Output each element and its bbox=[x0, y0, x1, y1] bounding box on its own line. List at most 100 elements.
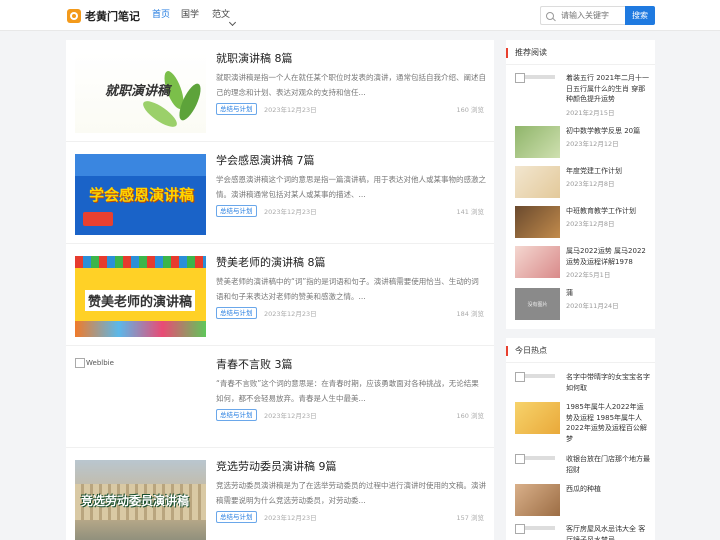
panel-header: 今日热点 bbox=[506, 338, 655, 363]
recommended-item[interactable]: 年度党建工作计划 2023年12月8日 bbox=[515, 166, 649, 200]
banner-decoration bbox=[75, 154, 206, 176]
article-title[interactable]: 青春不言败 3篇 bbox=[216, 356, 293, 372]
hot-title[interactable]: 收银台放在门店那个地方最招财 bbox=[566, 454, 650, 475]
panel-header: 推荐阅读 bbox=[506, 40, 655, 65]
recommended-thumbnail[interactable] bbox=[515, 166, 560, 198]
recommended-thumbnail[interactable] bbox=[515, 206, 560, 238]
logo-icon bbox=[67, 9, 81, 23]
article-date: 2023年12月23日 bbox=[264, 514, 317, 522]
search-input[interactable] bbox=[561, 11, 627, 20]
recommended-date: 2020年11月24日 bbox=[566, 302, 619, 310]
nav-item-fanwen[interactable]: 范文 bbox=[212, 8, 230, 22]
thumbnail-text: 学会感恩演讲稿 bbox=[89, 186, 195, 204]
hot-thumbnail[interactable] bbox=[515, 402, 560, 434]
article-title[interactable]: 学会感恩演讲稿 7篇 bbox=[216, 152, 315, 168]
category-tag[interactable]: 总结与计划 bbox=[216, 205, 257, 217]
broken-image-icon: Weblbie bbox=[75, 358, 114, 368]
hot-item[interactable]: 1985年属牛人2022年运势及运程 1985年属牛人2022年运势及运程百公解… bbox=[515, 402, 650, 444]
hot-title[interactable]: 西瓜的种植 bbox=[566, 484, 650, 495]
article-date: 2023年12月23日 bbox=[264, 310, 317, 318]
category-tag[interactable]: 总结与计划 bbox=[216, 511, 257, 523]
search-icon bbox=[546, 11, 554, 20]
recommended-item[interactable]: 属马2022运势 属马2022运势及运程详解1978 2022年5月1日 bbox=[515, 246, 649, 280]
article-item[interactable]: 学会感恩演讲稿 学会感恩演讲稿 7篇 学会感恩演讲稿这个词的意思是指一篇演讲稿，… bbox=[66, 142, 494, 244]
recommended-title[interactable]: 年度党建工作计划 bbox=[566, 166, 650, 177]
broken-image-icon[interactable] bbox=[515, 454, 560, 486]
recommended-panel: 推荐阅读 着装五行 2021年二月十一日五行属什么的生肖 穿那种颜色提升运势 2… bbox=[506, 40, 655, 329]
article-thumbnail[interactable]: 就职演讲稿 bbox=[75, 52, 206, 133]
article-date: 2023年12月23日 bbox=[264, 208, 317, 216]
thumbnail-text: 就职演讲稿 bbox=[105, 84, 171, 99]
recommended-thumbnail[interactable] bbox=[515, 246, 560, 278]
category-tag[interactable]: 总结与计划 bbox=[216, 409, 257, 421]
hot-item[interactable]: 收银台放在门店那个地方最招财 bbox=[515, 454, 650, 488]
article-list: 就职演讲稿 就职演讲稿 8篇 就职演讲稿是指一个人在就任某个职位时发表的演讲，通… bbox=[66, 40, 494, 540]
broken-image-icon[interactable] bbox=[515, 73, 560, 105]
article-summary: 学会感恩演讲稿这个词的意思是指一篇演讲稿，用于表达对他人或某事物的感激之情。演讲… bbox=[216, 175, 486, 199]
article-title[interactable]: 竞选劳动委员演讲稿 9篇 bbox=[216, 458, 337, 474]
hot-item[interactable]: 名字中带晴字的女宝宝名字如何取 bbox=[515, 372, 650, 406]
recommended-date: 2023年12月8日 bbox=[566, 220, 615, 228]
recommended-title[interactable]: 属马2022运势 属马2022运势及运程详解1978 bbox=[566, 246, 650, 267]
hot-title[interactable]: 1985年属牛人2022年运势及运程 1985年属牛人2022年运势及运程百公解… bbox=[566, 402, 650, 444]
article-thumbnail[interactable]: 学会感恩演讲稿 bbox=[75, 154, 206, 235]
hot-today-panel: 今日热点 名字中带晴字的女宝宝名字如何取 1985年属牛人2022年运势及运程 … bbox=[506, 338, 655, 540]
category-tag[interactable]: 总结与计划 bbox=[216, 307, 257, 319]
recommended-thumbnail[interactable] bbox=[515, 126, 560, 158]
recommended-title[interactable]: 着装五行 2021年二月十一日五行属什么的生肖 穿那种颜色提升运势 bbox=[566, 73, 650, 105]
article-item[interactable]: 竞选劳动委员演讲稿 竞选劳动委员演讲稿 9篇 竞选劳动委员演讲稿是为了在选举劳动… bbox=[66, 448, 494, 540]
no-image-placeholder[interactable]: 没有图片 bbox=[515, 288, 560, 320]
view-count: 184 浏览 bbox=[456, 310, 484, 318]
recommended-item[interactable]: 没有图片 蒲 2020年11月24日 bbox=[515, 288, 649, 322]
article-title[interactable]: 赞美老师的演讲稿 8篇 bbox=[216, 254, 326, 270]
panel-title: 推荐阅读 bbox=[515, 48, 547, 57]
article-item[interactable]: Weblbie 青春不言败 3篇 “青春不言败”这个词的意思是：在青春时期，应该… bbox=[66, 346, 494, 448]
kids-decoration bbox=[75, 321, 206, 337]
recommended-item[interactable]: 初中数学教学反思 20篇 2023年12月12日 bbox=[515, 126, 649, 160]
nav-item-guoxue[interactable]: 国学 bbox=[181, 8, 199, 22]
recommended-date: 2022年5月1日 bbox=[566, 271, 611, 279]
article-date: 2023年12月23日 bbox=[264, 106, 317, 114]
recommended-title[interactable]: 初中数学教学反思 20篇 bbox=[566, 126, 650, 137]
nav-item-home[interactable]: 首页 bbox=[152, 8, 170, 22]
broken-image-icon[interactable] bbox=[515, 524, 560, 540]
panel-title: 今日热点 bbox=[515, 346, 547, 355]
heading-accent-bar bbox=[506, 346, 508, 356]
hot-item[interactable]: 客厅房屋风水忌讳大全 客厅镜子风水禁忌 bbox=[515, 524, 649, 540]
search-box bbox=[540, 6, 627, 25]
article-summary: 竞选劳动委员演讲稿是为了在选举劳动委员的过程中进行演讲时使用的文稿。演讲稿需要说… bbox=[216, 481, 486, 505]
category-tag[interactable]: 总结与计划 bbox=[216, 103, 257, 115]
hot-thumbnail[interactable] bbox=[515, 484, 560, 516]
site-logo[interactable]: 老黄门笔记 bbox=[67, 8, 140, 24]
article-item[interactable]: 赞美老师的演讲稿 赞美老师的演讲稿 8篇 赞美老师的演讲稿中的“词”指的是词语和… bbox=[66, 244, 494, 346]
article-thumbnail[interactable]: Weblbie bbox=[75, 358, 206, 439]
article-item[interactable]: 就职演讲稿 就职演讲稿 8篇 就职演讲稿是指一个人在就任某个职位时发表的演讲，通… bbox=[66, 40, 494, 142]
thumbnail-text: 竞选劳动委员演讲稿 bbox=[81, 494, 190, 508]
article-summary: 就职演讲稿是指一个人在就任某个职位时发表的演讲，通常包括自我介绍、阐述自己的理念… bbox=[216, 73, 486, 97]
article-thumbnail[interactable]: 竞选劳动委员演讲稿 bbox=[75, 460, 206, 540]
view-count: 141 浏览 bbox=[456, 208, 484, 216]
hot-title[interactable]: 客厅房屋风水忌讳大全 客厅镜子风水禁忌 bbox=[566, 524, 649, 540]
article-thumbnail[interactable]: 赞美老师的演讲稿 bbox=[75, 256, 206, 337]
recommended-title[interactable]: 蒲 bbox=[566, 288, 650, 299]
search-button[interactable]: 搜索 bbox=[625, 6, 655, 25]
recommended-date: 2021年2月15日 bbox=[566, 109, 615, 117]
recommended-date: 2023年12月8日 bbox=[566, 180, 615, 188]
thumbnail-text: 赞美老师的演讲稿 bbox=[85, 290, 196, 311]
hot-title[interactable]: 名字中带晴字的女宝宝名字如何取 bbox=[566, 372, 650, 393]
recommended-item[interactable]: 中班教育教学工作计划 2023年12月8日 bbox=[515, 206, 649, 240]
broken-image-icon[interactable] bbox=[515, 372, 560, 404]
article-summary: “青春不言败”这个词的意思是：在青春时期，应该勇敢面对各种挑战，无论结果如何，都… bbox=[216, 379, 479, 403]
recommended-item[interactable]: 着装五行 2021年二月十一日五行属什么的生肖 穿那种颜色提升运势 2021年2… bbox=[515, 73, 650, 117]
view-count: 160 浏览 bbox=[456, 106, 484, 114]
chevron-down-icon[interactable] bbox=[228, 18, 237, 27]
article-title[interactable]: 就职演讲稿 8篇 bbox=[216, 50, 293, 66]
recommended-title[interactable]: 中班教育教学工作计划 bbox=[566, 206, 650, 217]
flag-decoration bbox=[75, 256, 206, 268]
article-date: 2023年12月23日 bbox=[264, 412, 317, 420]
top-header: 老黄门笔记 首页 国学 范文 搜索 bbox=[0, 0, 720, 31]
hot-item[interactable]: 西瓜的种植 bbox=[515, 484, 649, 518]
logo-text: 老黄门笔记 bbox=[85, 10, 140, 23]
recommended-date: 2023年12月12日 bbox=[566, 140, 619, 148]
view-count: 160 浏览 bbox=[456, 412, 484, 420]
